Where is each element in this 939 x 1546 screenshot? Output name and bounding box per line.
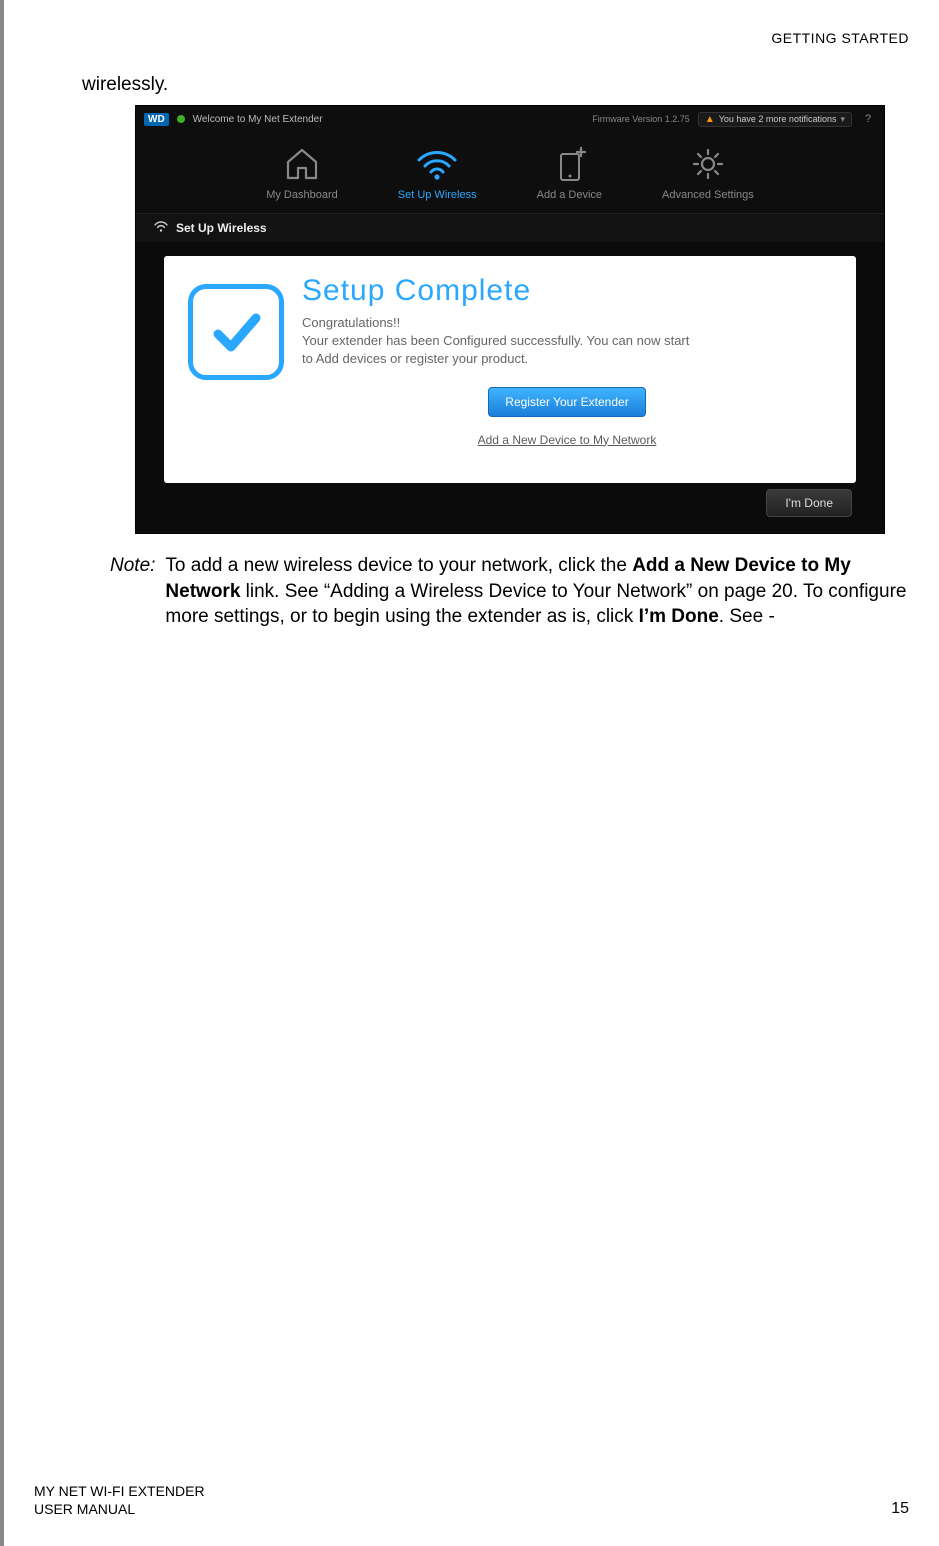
content-area: Setup Complete Congratulations!! Your ex…	[136, 242, 884, 533]
section-title-bar: Set Up Wireless	[136, 214, 884, 242]
add-device-icon	[549, 145, 589, 183]
nav-dashboard[interactable]: My Dashboard	[266, 145, 338, 201]
welcome-text: Welcome to My Net Extender	[193, 114, 323, 125]
nav-advanced-label: Advanced Settings	[662, 189, 754, 201]
notification-dropdown[interactable]: ▲ You have 2 more notifications ▾	[698, 112, 852, 127]
setup-complete-panel: Setup Complete Congratulations!! Your ex…	[164, 256, 856, 483]
footer-left: MY NET WI-FI EXTENDER USER MANUAL	[34, 1482, 205, 1518]
wifi-small-icon	[154, 221, 168, 236]
nav-add-device-label: Add a Device	[537, 189, 602, 201]
footer-line1: MY NET WI-FI EXTENDER	[34, 1482, 205, 1500]
notification-text: You have 2 more notifications	[719, 114, 837, 124]
body-lead-text: wirelessly.	[82, 74, 909, 96]
note-text: To add a new wireless device to your net…	[165, 553, 909, 630]
note-label: Note:	[110, 553, 155, 630]
section-header: GETTING STARTED	[34, 30, 909, 46]
chevron-down-icon: ▾	[840, 114, 845, 125]
footer-line2: USER MANUAL	[34, 1500, 205, 1518]
nav-wireless[interactable]: Set Up Wireless	[398, 145, 477, 201]
brand-badge: WD	[144, 113, 169, 126]
panel-footer-row: I'm Done	[164, 483, 856, 523]
page-number: 15	[891, 1500, 909, 1518]
panel-content: Setup Complete Congratulations!! Your ex…	[302, 274, 832, 463]
note-block: Note: To add a new wireless device to yo…	[110, 553, 909, 630]
panel-line2: Your extender has been Configured succes…	[302, 333, 689, 366]
section-title-text: Set Up Wireless	[176, 221, 267, 235]
gear-icon	[689, 145, 727, 183]
help-icon[interactable]: ?	[860, 111, 876, 127]
nav-dashboard-label: My Dashboard	[266, 189, 338, 201]
checkmark-icon	[188, 284, 284, 380]
firmware-label: Firmware Version 1.2.75	[592, 114, 690, 124]
nav-wireless-label: Set Up Wireless	[398, 189, 477, 201]
manual-page: GETTING STARTED wirelessly. WD Welcome t…	[0, 0, 939, 1546]
embedded-screenshot: WD Welcome to My Net Extender Firmware V…	[136, 106, 884, 533]
panel-title: Setup Complete	[302, 274, 832, 308]
status-dot-icon	[177, 115, 185, 123]
register-button[interactable]: Register Your Extender	[488, 387, 645, 417]
page-footer: MY NET WI-FI EXTENDER USER MANUAL 15	[34, 1482, 909, 1518]
warning-icon: ▲	[705, 114, 715, 125]
panel-subtext: Congratulations!! Your extender has been…	[302, 314, 702, 369]
add-device-link[interactable]: Add a New Device to My Network	[478, 433, 657, 447]
app-topbar: WD Welcome to My Net Extender Firmware V…	[136, 106, 884, 132]
wifi-icon	[415, 145, 459, 183]
main-nav: My Dashboard Set Up Wireless	[136, 132, 884, 214]
home-icon	[282, 145, 322, 183]
nav-add-device[interactable]: Add a Device	[537, 145, 602, 201]
im-done-button[interactable]: I'm Done	[766, 489, 852, 517]
nav-advanced[interactable]: Advanced Settings	[662, 145, 754, 201]
panel-line1: Congratulations!!	[302, 315, 400, 330]
